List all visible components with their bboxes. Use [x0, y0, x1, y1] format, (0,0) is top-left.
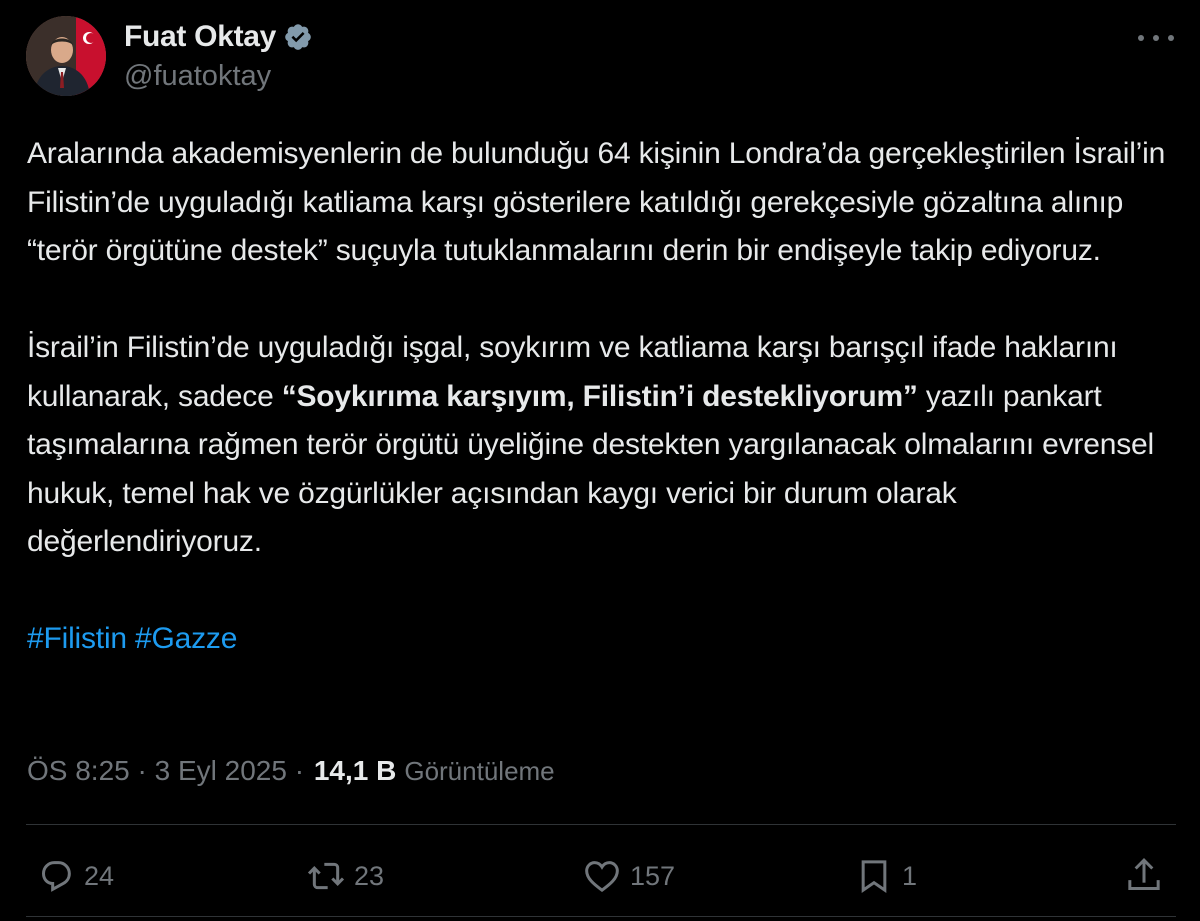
- divider: [26, 824, 1176, 825]
- tweet-time[interactable]: ÖS 8:25: [27, 755, 130, 787]
- views-label: Görüntüleme: [404, 755, 555, 786]
- like-icon: [585, 861, 619, 893]
- tweet-paragraph-2: İsrail’in Filistin’de uyguladığı işgal, …: [27, 324, 1177, 567]
- hashtag-gazze[interactable]: #Gazze: [135, 622, 237, 655]
- reply-count: 24: [84, 860, 115, 891]
- author-name-row: Fuat Oktay: [124, 16, 313, 58]
- repost-icon: [307, 862, 345, 890]
- verified-badge-icon[interactable]: [283, 22, 313, 52]
- action-bar: 24 23 157 1: [0, 846, 1200, 906]
- avatar[interactable]: [26, 16, 106, 96]
- tweet-date[interactable]: 3 Eyl 2025: [155, 755, 287, 787]
- bookmark-icon: [861, 860, 887, 894]
- more-icon[interactable]: [1138, 24, 1174, 52]
- reply-button[interactable]: 24: [36, 846, 114, 906]
- hashtags: #Filistin #Gazze: [27, 615, 1177, 664]
- tweet-quote-bold: “Soykırıma karşıyım, Filistin’i destekli…: [281, 379, 918, 413]
- meta-separator: ·: [294, 755, 305, 786]
- repost-button[interactable]: 23: [306, 846, 384, 906]
- tweet-paragraph-1: Aralarında akademisyenlerin de bulunduğu…: [27, 137, 1166, 267]
- share-button[interactable]: [1124, 846, 1164, 906]
- hashtag-filistin[interactable]: #Filistin: [27, 622, 127, 655]
- tweet-text: Aralarında akademisyenlerin de bulunduğu…: [27, 130, 1177, 664]
- reply-icon: [41, 861, 71, 892]
- author-handle[interactable]: @fuatoktay: [124, 60, 271, 93]
- share-icon: [1128, 858, 1160, 890]
- author-display-name[interactable]: Fuat Oktay: [124, 20, 276, 54]
- bottom-divider: [26, 916, 1176, 917]
- like-count: 157: [630, 860, 676, 891]
- bookmark-count: 1: [902, 860, 918, 891]
- tweet-meta: ÖS 8:25 · 3 Eyl 2025 · 14,1 B Görüntüleme: [27, 749, 555, 793]
- views-count: 14,1 B: [313, 755, 397, 786]
- bookmark-button[interactable]: 1: [854, 846, 917, 906]
- repost-count: 23: [354, 860, 385, 891]
- like-button[interactable]: 157: [582, 846, 675, 906]
- meta-separator: ·: [137, 755, 147, 786]
